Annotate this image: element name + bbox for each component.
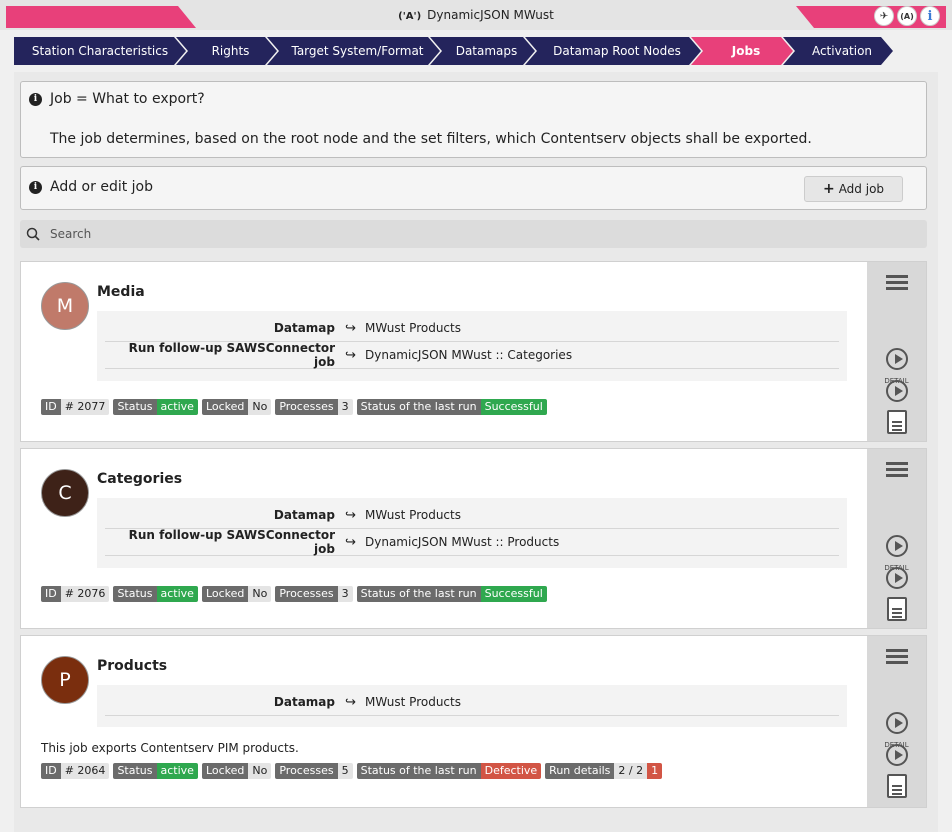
prop-datamap: Datamap ↪ MWust Products bbox=[105, 689, 839, 716]
tab-activation[interactable]: Activation bbox=[783, 37, 893, 65]
add-job-label: Add or edit job bbox=[50, 179, 153, 195]
run-icon[interactable] bbox=[884, 712, 910, 734]
job-card-products[interactable]: P Products Datamap ↪ MWust Products This… bbox=[20, 635, 927, 808]
locked-badge: Locked No bbox=[201, 586, 272, 602]
status-badge: Status active bbox=[113, 763, 198, 779]
menu-icon[interactable] bbox=[884, 459, 910, 480]
job-badges: ID # 2064 Status active Locked No Processes… bbox=[41, 763, 663, 779]
menu-icon[interactable] bbox=[884, 646, 910, 667]
search-input[interactable] bbox=[48, 226, 848, 242]
tab-station-characteristics[interactable]: Station Characteristics bbox=[14, 37, 186, 65]
info-icon[interactable]: i bbox=[920, 6, 940, 26]
search-icon bbox=[26, 227, 40, 241]
info-icon: i bbox=[29, 180, 42, 194]
run-detail-icon[interactable] bbox=[884, 744, 910, 766]
processes-badge: Processes 5 bbox=[275, 763, 353, 779]
processes-badge: Processes 3 bbox=[275, 399, 353, 415]
processes-badge: Processes 3 bbox=[275, 586, 353, 602]
prop-datamap: Datamap ↪ MWust Products bbox=[105, 315, 839, 342]
job-badges: ID # 2076 Status active Locked No Processes… bbox=[41, 586, 547, 602]
info-icon: i bbox=[29, 92, 42, 106]
job-actions: DETAIL bbox=[867, 449, 926, 628]
title-bar: ('A') DynamicJSON MWust ✈ (A) i bbox=[0, 0, 952, 30]
tab-target-system-format[interactable]: Target System/Format bbox=[267, 37, 440, 65]
add-job-button[interactable]: + Add job bbox=[804, 176, 903, 202]
job-properties: Datamap ↪ MWust Products Run follow-up S… bbox=[97, 311, 847, 381]
tab-jobs[interactable]: Jobs bbox=[691, 37, 793, 65]
log-document-icon[interactable] bbox=[884, 410, 910, 434]
job-title: Products bbox=[97, 658, 168, 674]
link-arrow-icon: ↪ bbox=[345, 534, 356, 550]
last-run-badge: Status of the last run Successful bbox=[356, 399, 547, 415]
avatar: C bbox=[41, 469, 89, 517]
run-icon[interactable] bbox=[884, 535, 910, 557]
job-properties: Datamap ↪ MWust Products Run follow-up S… bbox=[97, 498, 847, 568]
avatar: P bbox=[41, 656, 89, 704]
last-run-badge: Status of the last run Successful bbox=[356, 586, 547, 602]
link-arrow-icon: ↪ bbox=[345, 694, 356, 710]
plus-icon: + bbox=[822, 181, 835, 197]
plane-icon[interactable]: ✈ bbox=[874, 6, 894, 26]
antenna-icon[interactable]: (A) bbox=[897, 6, 917, 26]
run-detail-icon[interactable] bbox=[884, 567, 910, 589]
job-badges: ID # 2077 Status active Locked No Processes… bbox=[41, 399, 547, 415]
log-document-icon[interactable] bbox=[884, 597, 910, 621]
tab-datamaps[interactable]: Datamaps bbox=[430, 37, 535, 65]
id-badge: ID # 2064 bbox=[41, 763, 110, 779]
prop-datamap: Datamap ↪ MWust Products bbox=[105, 502, 839, 529]
job-card-categories[interactable]: C Categories Datamap ↪ MWust Products Ru… bbox=[20, 448, 927, 629]
link-arrow-icon: ↪ bbox=[345, 507, 356, 523]
link-arrow-icon: ↪ bbox=[345, 320, 356, 336]
job-actions: DETAIL bbox=[867, 636, 926, 807]
job-description: This job exports Contentserv PIM product… bbox=[41, 741, 299, 755]
info-heading: Job = What to export? bbox=[50, 91, 205, 107]
avatar: M bbox=[41, 282, 89, 330]
prop-followup-job: Run follow-up SAWSConnector job ↪ Dynami… bbox=[105, 341, 839, 369]
locked-badge: Locked No bbox=[201, 763, 272, 779]
log-document-icon[interactable] bbox=[884, 774, 910, 798]
job-title: Categories bbox=[97, 471, 183, 487]
info-body: The job determines, based on the root no… bbox=[50, 131, 812, 147]
run-details-badge[interactable]: Run details 2 / 21 bbox=[545, 763, 663, 779]
job-title: Media bbox=[97, 284, 145, 300]
menu-icon[interactable] bbox=[884, 272, 910, 293]
job-card-media[interactable]: M Media Datamap ↪ MWust Products Run fol… bbox=[20, 261, 927, 442]
main-content: i Job = What to export? The job determin… bbox=[14, 72, 938, 832]
info-panel: i Job = What to export? The job determin… bbox=[20, 81, 927, 158]
antenna-icon: ('A') bbox=[398, 11, 422, 22]
status-badge: Status active bbox=[113, 586, 198, 602]
tab-datamap-root-nodes[interactable]: Datamap Root Nodes bbox=[525, 37, 701, 65]
run-icon[interactable] bbox=[884, 348, 910, 370]
title-icons: ✈ (A) i bbox=[874, 6, 940, 26]
search-bar bbox=[20, 220, 927, 248]
workflow-nav: Station Characteristics Rights Target Sy… bbox=[14, 37, 883, 65]
last-run-badge: Status of the last run Defective bbox=[356, 763, 542, 779]
id-badge: ID # 2076 bbox=[41, 586, 110, 602]
run-detail-icon[interactable] bbox=[884, 380, 910, 402]
tab-rights[interactable]: Rights bbox=[176, 37, 277, 65]
locked-badge: Locked No bbox=[201, 399, 272, 415]
prop-followup-job: Run follow-up SAWSConnector job ↪ Dynami… bbox=[105, 528, 839, 556]
link-arrow-icon: ↪ bbox=[345, 347, 356, 363]
window-title: ('A') DynamicJSON MWust bbox=[398, 8, 554, 22]
job-actions: DETAIL bbox=[867, 262, 926, 441]
status-badge: Status active bbox=[113, 399, 198, 415]
id-badge: ID # 2077 bbox=[41, 399, 110, 415]
add-job-panel: i Add or edit job + Add job bbox=[20, 166, 927, 210]
job-properties: Datamap ↪ MWust Products bbox=[97, 685, 847, 727]
